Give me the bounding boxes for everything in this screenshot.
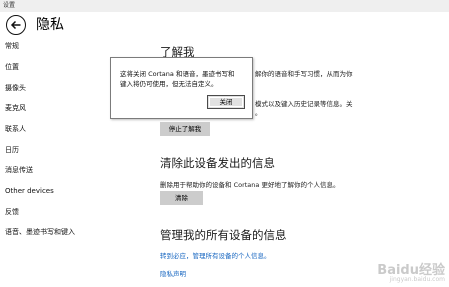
sidebar-item-calendar[interactable]: 日历	[5, 145, 19, 155]
sidebar-item-speech-inking-typing[interactable]: 语音、墨迹书写和键入	[5, 227, 75, 237]
section-clear-device-info-heading: 清除此设备发出的信息	[160, 156, 275, 170]
back-button[interactable]	[6, 15, 26, 35]
section1-text-line2: 模式以及键入历史记录等信息。关	[255, 100, 353, 108]
section-manage-all-devices-heading: 管理我的所有设备的信息	[160, 228, 287, 242]
sidebar-item-general[interactable]: 常规	[5, 41, 19, 51]
sidebar-item-microphone[interactable]: 麦克风	[5, 103, 26, 113]
clear-button[interactable]: 清除	[160, 191, 203, 205]
page-title: 隐私	[36, 17, 64, 33]
bing-manage-info-link[interactable]: 转到必应，管理所有设备的个人信息。	[160, 252, 271, 261]
dialog-message-line2: 键入将仍可使用，但无法自定义。	[120, 80, 218, 88]
sidebar-item-location[interactable]: 位置	[5, 62, 19, 72]
privacy-statement-link[interactable]: 隐私声明	[160, 270, 186, 279]
sidebar-item-messaging[interactable]: 消息传送	[5, 165, 33, 175]
section2-description: 删除用于帮助你的设备和 Cortana 更好地了解你的个人信息。	[160, 181, 340, 189]
sidebar-item-camera[interactable]: 摄像头	[5, 83, 26, 93]
baidu-watermark: Baidu经验 jingyan.baidu.com	[377, 259, 445, 283]
window-title-bar: 设置	[0, 0, 449, 12]
section1-text-line1: 解你的语音和手写习惯，从而为你	[255, 70, 353, 78]
dialog-message-line1: 这将关闭 Cortana 和语音，墨迹书写和	[120, 70, 235, 78]
sidebar-item-other-devices[interactable]: Other devices	[5, 186, 54, 196]
back-arrow-icon	[10, 20, 21, 30]
stop-getting-to-know-me-button[interactable]: 停止了解我	[160, 122, 210, 136]
sidebar-item-contacts[interactable]: 联系人	[5, 124, 26, 134]
page-header: 隐私	[0, 12, 449, 38]
sidebar-item-feedback[interactable]: 反馈	[5, 207, 19, 217]
cortana-off-dialog: 这将关闭 Cortana 和语音，墨迹书写和 键入将仍可使用，但无法自定义。 关…	[110, 57, 253, 119]
dialog-message: 这将关闭 Cortana 和语音，墨迹书写和 键入将仍可使用，但无法自定义。	[120, 69, 248, 89]
dialog-close-button[interactable]: 关闭	[207, 95, 245, 109]
section1-text-line3: 。	[255, 109, 262, 117]
window-title: 设置	[3, 2, 16, 9]
